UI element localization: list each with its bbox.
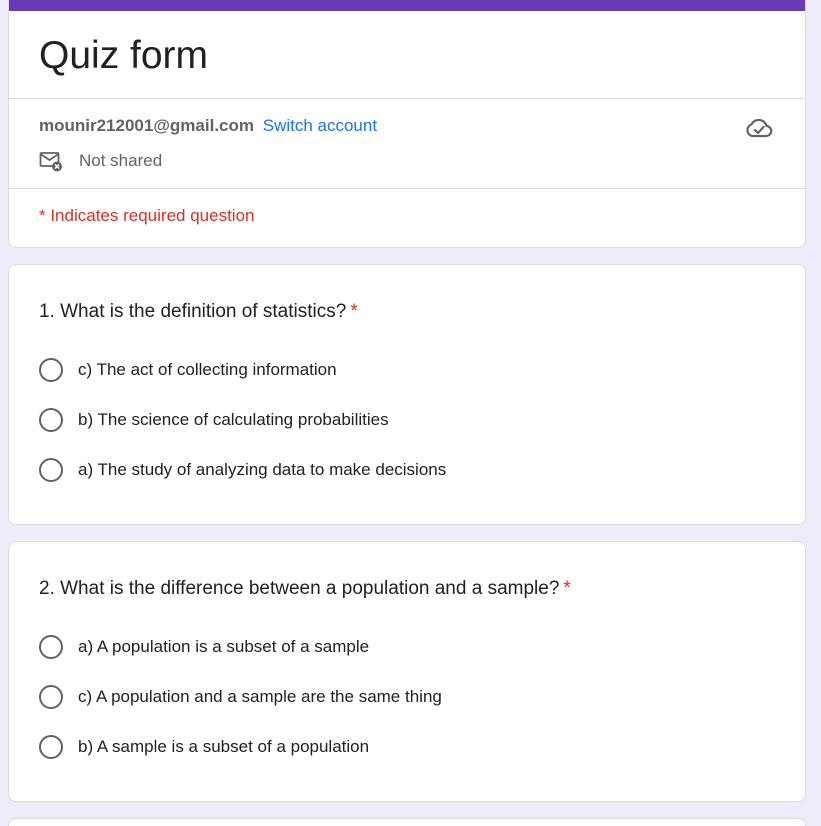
switch-account-link[interactable]: Switch account	[263, 116, 377, 135]
radio-button[interactable]	[39, 408, 63, 432]
radio-option[interactable]: a) The study of analyzing data to make d…	[39, 456, 446, 484]
radio-option[interactable]: c) A population and a sample are the sam…	[39, 683, 442, 711]
form-accent-bar	[9, 0, 805, 11]
option-label: a) A population is a subset of a sample	[78, 637, 370, 656]
form-title: Quiz form	[39, 34, 209, 77]
question-card: 1. What is the definition of statistics?…	[8, 264, 806, 525]
question-text: 2. What is the difference between a popu…	[39, 578, 560, 599]
radio-button[interactable]	[39, 358, 63, 382]
option-label: b) The science of calculating probabilit…	[78, 410, 389, 429]
radio-option[interactable]: b) The science of calculating probabilit…	[39, 406, 389, 434]
question-title: 1. What is the definition of statistics?…	[39, 300, 358, 324]
radio-option[interactable]: c) The act of collecting information	[39, 356, 337, 384]
radio-button[interactable]	[39, 635, 63, 659]
required-asterisk: *	[563, 578, 571, 599]
divider	[9, 188, 805, 189]
account-row: mounir212001@gmail.com Switch account	[39, 115, 377, 137]
question-text: 1. What is the definition of statistics?	[39, 301, 347, 322]
radio-button[interactable]	[39, 458, 63, 482]
radio-button[interactable]	[39, 685, 63, 709]
required-question-note: * Indicates required question	[39, 206, 255, 225]
radio-option[interactable]: a) A population is a subset of a sample	[39, 633, 369, 661]
option-label: b) A sample is a subset of a population	[78, 737, 370, 756]
sharing-status-row: Not shared	[39, 150, 162, 172]
sharing-status-text: Not shared	[79, 151, 163, 170]
divider	[9, 98, 805, 99]
account-email: mounir212001@gmail.com	[39, 116, 254, 135]
question-title: 2. What is the difference between a popu…	[39, 577, 571, 601]
form-header-card: Quiz form mounir212001@gmail.com Switch …	[8, 0, 806, 248]
option-label: c) The act of collecting information	[78, 360, 337, 379]
option-label: c) A population and a sample are the sam…	[78, 687, 442, 706]
cloud-check-icon[interactable]	[745, 116, 773, 140]
question-card	[8, 818, 806, 826]
required-asterisk: *	[350, 301, 358, 322]
option-label: a) The study of analyzing data to make d…	[78, 460, 447, 479]
question-card: 2. What is the difference between a popu…	[8, 541, 806, 802]
radio-option[interactable]: b) A sample is a subset of a population	[39, 733, 369, 761]
radio-button[interactable]	[39, 735, 63, 759]
mail-not-shared-icon	[39, 152, 62, 172]
